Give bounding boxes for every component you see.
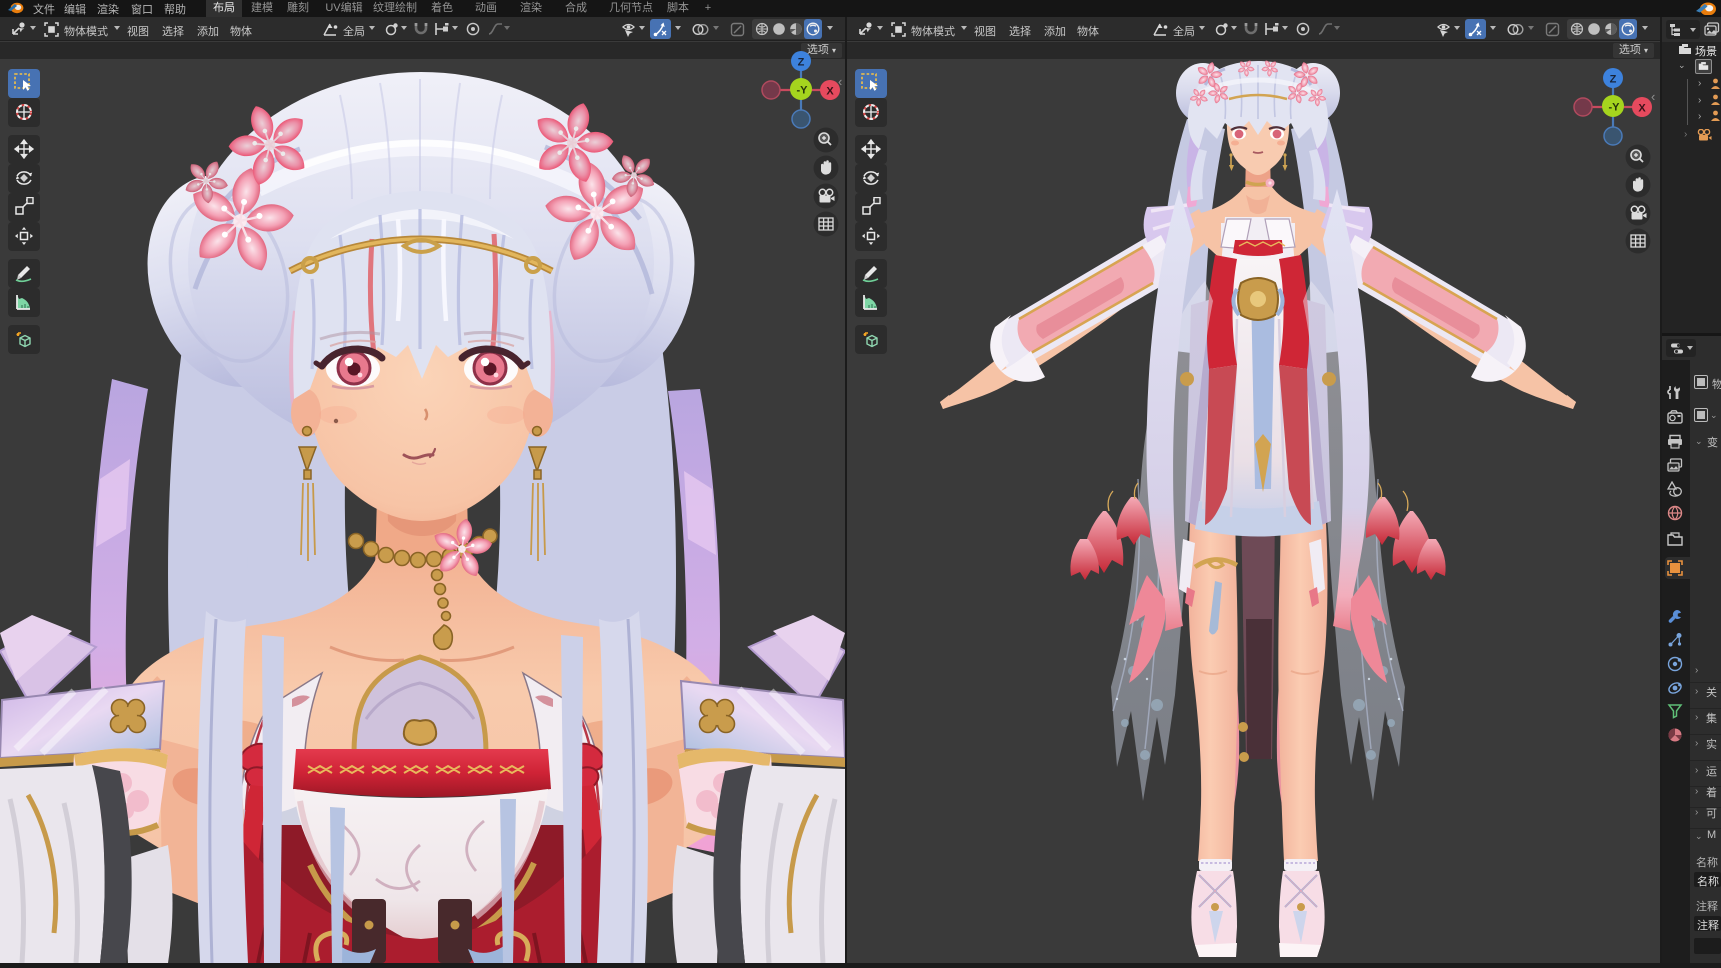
svg-text:X: X: [826, 86, 834, 98]
svg-text:-Y: -Y: [1609, 102, 1621, 114]
svg-text:-Y: -Y: [797, 85, 809, 97]
svg-text:Z: Z: [1610, 74, 1617, 86]
svg-text:Z: Z: [798, 57, 805, 69]
svg-text:X: X: [1638, 103, 1646, 115]
